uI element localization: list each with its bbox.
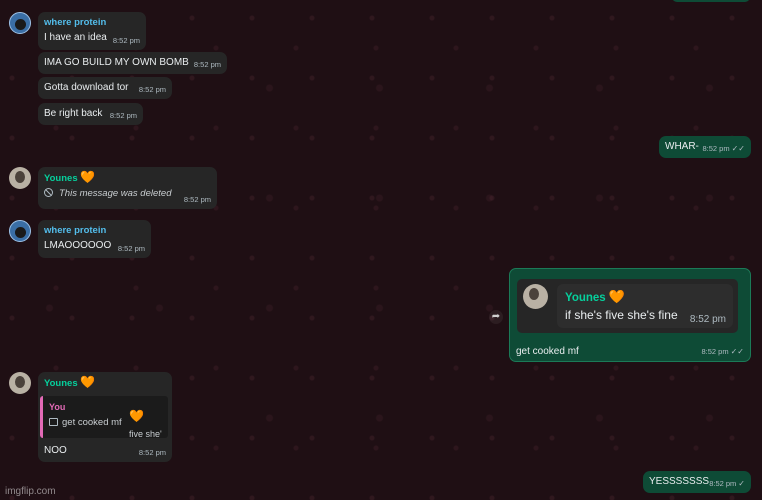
message-bubble[interactable]: Be right back 8:52 pm — [38, 103, 143, 125]
timestamp: 8:52 pm — [117, 244, 145, 253]
timestamp-text: 8:52 pm — [709, 479, 737, 488]
timestamp: 8:52 pm — [138, 448, 166, 457]
quoted-message-bubble: Younes 🧡 if she's five she's fine 8:52 p… — [557, 284, 733, 328]
double-check-icon: ✓✓ — [730, 347, 744, 356]
sender-name-text: Younes — [44, 173, 78, 184]
heart-icon: 🧡 — [129, 409, 144, 423]
sender-name-text: Younes — [44, 378, 78, 389]
message-bubble[interactable]: where protein LMAOOOOOO 8:52 pm — [38, 220, 151, 258]
watermark: imgflip.com — [5, 486, 56, 497]
message-text: get cooked mf — [516, 346, 579, 357]
avatar[interactable] — [9, 12, 31, 34]
message-bubble[interactable]: IMA GO BUILD MY OWN BOMB 8:52 pm — [38, 52, 227, 74]
message-bubble[interactable]: Younes 🧡 This message was deleted 8:52 p… — [38, 167, 217, 209]
message-bubble[interactable]: YESSSSSSS 8:52 pm ✓ — [643, 471, 751, 493]
forward-icon[interactable]: ➦ — [489, 310, 503, 324]
message-bubble[interactable]: Younes 🧡 if she's five she's fine 8:52 p… — [509, 268, 751, 362]
message-text: Gotta download tor — [44, 82, 129, 93]
quoted-timestamp: 8:52 pm — [689, 314, 726, 325]
timestamp: 8:52 pm ✓✓ — [702, 142, 745, 155]
quoted-text: if she's five she's fine — [565, 308, 678, 322]
heart-icon: 🧡 — [608, 289, 626, 304]
sender-name[interactable]: Younes 🧡 — [44, 376, 166, 390]
deleted-message-text: This message was deleted — [59, 188, 172, 199]
timestamp: 8:52 pm — [109, 111, 137, 120]
timestamp: 8:52 pm — [183, 195, 211, 204]
reply-overflow-text: five she' — [129, 429, 162, 438]
timestamp: 8:52 pm — [112, 36, 140, 45]
image-icon — [49, 418, 58, 426]
double-check-icon: ✓✓ — [731, 144, 745, 153]
timestamp-text: 8:52 pm — [701, 347, 729, 356]
avatar[interactable] — [9, 372, 31, 394]
quoted-message-card[interactable]: Younes 🧡 if she's five she's fine 8:52 p… — [517, 279, 738, 333]
message-text: I have an idea — [44, 32, 107, 43]
sender-name[interactable]: where protein — [44, 224, 145, 237]
ban-icon — [44, 188, 53, 197]
avatar[interactable] — [9, 167, 31, 189]
deleted-message: This message was deleted — [44, 188, 171, 199]
reply-quote[interactable]: You get cooked mf 🧡 five she' — [40, 396, 168, 438]
message-text: WHAR- — [665, 141, 699, 152]
message-bubble[interactable]: where protein I have an idea 8:52 pm — [38, 12, 146, 50]
message-bubble[interactable]: WHAR- 8:52 pm ✓✓ — [659, 136, 751, 158]
timestamp: 8:52 pm — [138, 85, 166, 94]
message-bubble[interactable]: Gotta download tor 8:52 pm — [38, 77, 172, 99]
heart-icon: 🧡 — [80, 375, 96, 389]
message-text: YESSSSSSS — [649, 476, 710, 487]
heart-icon: 🧡 — [80, 170, 96, 184]
previous-outgoing-bubble[interactable] — [672, 0, 750, 2]
reply-text: get cooked mf — [49, 416, 122, 429]
sender-name[interactable]: Younes 🧡 — [44, 171, 211, 185]
message-text: IMA GO BUILD MY OWN BOMB — [44, 57, 189, 68]
avatar[interactable] — [9, 220, 31, 242]
single-check-icon: ✓ — [738, 479, 745, 488]
timestamp: 8:52 pm — [193, 60, 221, 69]
sender-name[interactable]: where protein — [44, 16, 140, 29]
quoted-sender: Younes 🧡 — [565, 290, 625, 305]
quoted-sender-text: Younes — [565, 292, 606, 304]
timestamp-text: 8:52 pm — [702, 144, 730, 153]
timestamp: 8:52 pm ✓ — [709, 477, 745, 490]
timestamp: 8:52 pm ✓✓ — [701, 345, 744, 358]
reply-author: You — [49, 402, 66, 412]
message-bubble[interactable]: Younes 🧡 You get cooked mf 🧡 five she' N… — [38, 372, 172, 462]
reply-text-content: get cooked mf — [62, 417, 122, 428]
message-text: NOO — [44, 445, 67, 456]
message-text: Be right back — [44, 108, 103, 119]
message-text: LMAOOOOOO — [44, 240, 112, 251]
avatar — [523, 284, 548, 309]
